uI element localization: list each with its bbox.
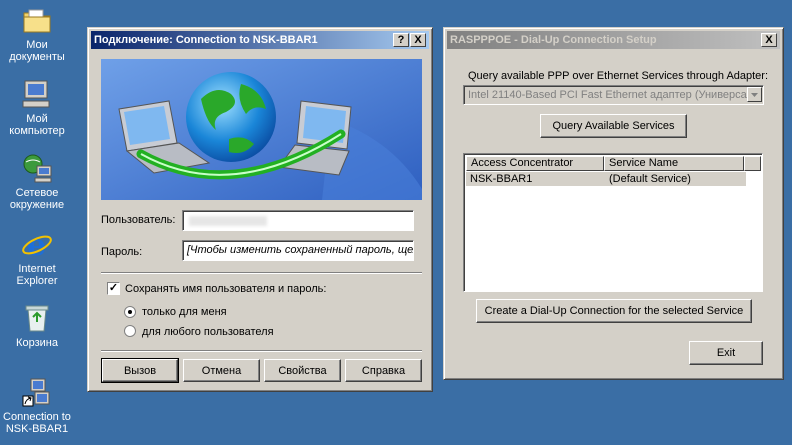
radio-selected-dot (128, 310, 132, 314)
rasppoe-close-button[interactable]: X (761, 33, 777, 47)
separator (101, 272, 422, 274)
globe-laptops-image (101, 59, 422, 200)
create-connection-button[interactable]: Create a Dial-Up Connection for the sele… (476, 299, 752, 323)
desktop-icon-recycle-bin[interactable]: Корзина (0, 302, 74, 349)
desktop-icon-label: Internet (18, 263, 56, 275)
network-icon (21, 152, 53, 184)
desktop-icon-label: Мои (26, 39, 48, 51)
table-row[interactable]: NSK-BBAR1 (Default Service) (466, 172, 746, 186)
desktop-icon-label: Корзина (16, 337, 58, 349)
radio-any-user-label: для любого пользователя (142, 326, 274, 338)
computer-icon (21, 78, 53, 110)
redacted-username (189, 216, 267, 226)
desktop-icon-label: Connection to (3, 411, 71, 423)
services-list[interactable]: Access Concentrator Service Name NSK-BBA… (463, 153, 763, 292)
properties-button[interactable]: Свойства (264, 359, 341, 382)
desktop-icon-my-documents[interactable]: Мои документы (0, 4, 74, 63)
svg-text:e: e (27, 228, 46, 260)
password-input[interactable]: [Чтобы изменить сохраненный пароль, щел (182, 240, 414, 261)
connection-banner (101, 59, 422, 200)
row-service-name: (Default Service) (609, 173, 691, 185)
close-button[interactable]: X (410, 33, 426, 47)
adapter-select[interactable]: Intel 21140-Based PCI Fast Ethernet адап… (463, 85, 764, 105)
user-label: Пользователь: (101, 214, 176, 226)
desktop-icon-label: окружение (9, 199, 65, 211)
radio-only-me-label: только для меня (142, 306, 227, 318)
rasppoe-title: RASPPPOE - Dial-Up Connection Setup (450, 34, 657, 46)
desktop-icon-label: Сетевое (15, 187, 59, 199)
radio-only-me[interactable] (124, 306, 136, 318)
desktop-icon-connection[interactable]: Connection to NSK-BBAR1 (0, 376, 74, 435)
desktop-icon-network[interactable]: Сетевое окружение (0, 152, 74, 211)
dialup-titlebar[interactable]: Подключение: Connection to NSK-BBAR1 ? X (91, 31, 429, 49)
query-services-button[interactable]: Query Available Services (540, 114, 687, 138)
rasppoe-titlebar[interactable]: RASPPPOE - Dial-Up Connection Setup X (447, 31, 780, 49)
exit-button[interactable]: Exit (689, 341, 763, 365)
rasppoe-dialog: RASPPPOE - Dial-Up Connection Setup X Qu… (443, 27, 784, 380)
column-header-filler (744, 156, 761, 171)
chevron-down-icon (751, 93, 758, 97)
save-credentials-checkbox[interactable]: ✓ (107, 282, 120, 295)
password-label: Пароль: (101, 246, 143, 258)
desktop-icon-label: Explorer (16, 275, 58, 287)
query-adapter-label: Query available PPP over Ethernet Servic… (468, 70, 769, 82)
username-input[interactable] (182, 210, 414, 231)
folder-icon (21, 4, 53, 36)
cancel-button[interactable]: Отмена (183, 359, 260, 382)
ie-icon: e (21, 228, 53, 263)
dial-button[interactable]: Вызов (101, 358, 179, 383)
desktop-icon-label: NSK-BBAR1 (5, 423, 69, 435)
help-button[interactable]: Справка (345, 359, 422, 382)
list-header: Access Concentrator Service Name (466, 156, 761, 171)
desktop-icon-label: Мой (26, 113, 48, 125)
recycle-bin-icon (21, 302, 53, 334)
column-header-service-name[interactable]: Service Name (604, 156, 744, 171)
separator (101, 350, 422, 352)
help-title-button[interactable]: ? (393, 33, 409, 47)
save-credentials-label: Сохранять имя пользователя и пароль: (125, 283, 327, 295)
dialup-dialog: Подключение: Connection to NSK-BBAR1 ? X… (87, 27, 433, 392)
column-header-access-concentrator[interactable]: Access Concentrator (466, 156, 604, 171)
close-icon: X (414, 34, 422, 46)
desktop-icon-label: документы (9, 51, 65, 63)
dropdown-button[interactable] (747, 87, 762, 102)
radio-any-user[interactable] (124, 325, 136, 337)
dialup-title: Подключение: Connection to NSK-BBAR1 (94, 34, 318, 46)
close-icon: X (765, 34, 773, 46)
desktop-icon-label: компьютер (9, 125, 65, 137)
desktop-icon-my-computer[interactable]: Мой компьютер (0, 78, 74, 137)
connection-shortcut-icon (21, 376, 53, 408)
desktop-icon-ie[interactable]: e Internet Explorer (0, 228, 74, 287)
adapter-value: Intel 21140-Based PCI Fast Ethernet адап… (468, 89, 754, 101)
row-access-concentrator: NSK-BBAR1 (470, 173, 533, 185)
